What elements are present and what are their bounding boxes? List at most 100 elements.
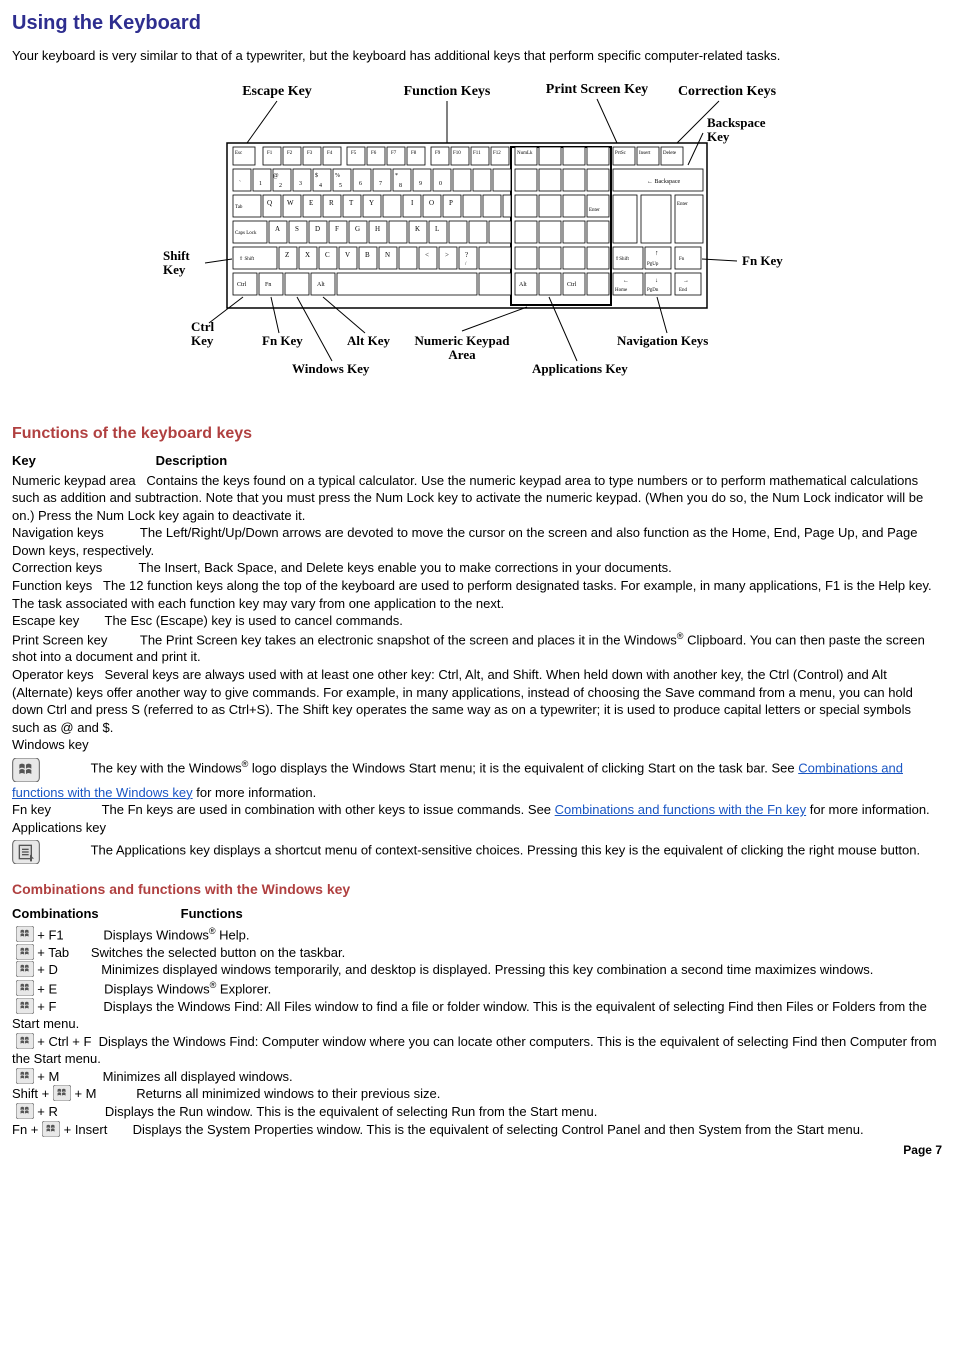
- combo-ins-c-b: + Insert: [60, 1122, 107, 1137]
- intro-text: Your keyboard is very similar to that of…: [12, 47, 942, 65]
- combo-m-f: Minimizes all displayed windows.: [103, 1069, 293, 1084]
- label-function: Function Keys: [404, 84, 491, 99]
- th-key: Key: [12, 452, 152, 470]
- combo-m-c: + M: [34, 1069, 60, 1084]
- svg-text:X: X: [305, 251, 310, 259]
- label-escape: Escape Key: [242, 84, 312, 99]
- svg-text:R: R: [329, 199, 334, 207]
- th-desc: Description: [156, 453, 228, 468]
- label-applications: Applications Key: [532, 361, 628, 376]
- label-correction: Correction Keys: [678, 84, 777, 99]
- svg-text:F2: F2: [287, 151, 293, 156]
- svg-text:Alt: Alt: [519, 282, 527, 288]
- combo-r-f: Displays the Run window. This is the equ…: [105, 1104, 598, 1119]
- link-fn-combos[interactable]: Combinations and functions with the Fn k…: [555, 802, 806, 817]
- functions-table: Numeric keypad area Contains the keys fo…: [12, 472, 942, 867]
- svg-text:<: <: [425, 251, 429, 259]
- row-corr-key: Correction keys: [12, 560, 102, 575]
- svg-text:←: ←: [623, 278, 629, 284]
- svg-text:⇧Shift: ⇧Shift: [615, 256, 630, 262]
- row-func-desc: The 12 function keys along the top of th…: [12, 578, 932, 611]
- section-functions-heading: Functions of the keyboard keys: [12, 423, 942, 445]
- reg-mark: ®: [677, 631, 684, 641]
- windows-key-icon: [16, 1103, 34, 1119]
- row-app-key: Applications key: [12, 820, 106, 835]
- svg-text:Home: Home: [615, 288, 628, 293]
- svg-text:9: 9: [419, 181, 422, 187]
- svg-text:F9: F9: [435, 151, 441, 156]
- row-esc-key: Escape key: [12, 613, 79, 628]
- svg-text:N: N: [385, 251, 390, 259]
- svg-text:PgDn: PgDn: [647, 288, 659, 293]
- svg-text:8: 8: [399, 183, 402, 189]
- windows-key-icon: [42, 1121, 60, 1137]
- svg-text:Q: Q: [267, 199, 272, 207]
- combo-d-f: Minimizes displayed windows temporarily,…: [101, 962, 873, 977]
- svg-text:Ctrl: Ctrl: [567, 282, 577, 288]
- svg-text:W: W: [287, 199, 294, 207]
- label-fn: Fn Key: [262, 333, 303, 348]
- table-header: Key Description: [12, 452, 942, 470]
- row-ps-desc-a: The Print Screen key takes an electronic…: [140, 632, 677, 647]
- svg-text:Esc: Esc: [235, 151, 243, 156]
- svg-text:Insert: Insert: [639, 151, 651, 156]
- label-windows: Windows Key: [292, 361, 370, 376]
- row-nav-desc: The Left/Right/Up/Down arrows are devote…: [12, 525, 917, 558]
- svg-text:3: 3: [299, 181, 302, 187]
- label-shift: ShiftKey: [163, 248, 190, 277]
- svg-text:A: A: [275, 225, 280, 233]
- combo-table: + F1 Displays Windows® Help. + Tab Switc…: [12, 925, 942, 1138]
- svg-text:$: $: [315, 172, 318, 179]
- svg-text:5: 5: [339, 183, 342, 189]
- combo-cf-c: + Ctrl + F: [34, 1034, 92, 1049]
- combo-cf-f: Displays the Windows Find: Computer wind…: [12, 1034, 937, 1067]
- page-title: Using the Keyboard: [12, 10, 942, 37]
- combo-r-c: + R: [34, 1104, 58, 1119]
- combo-ins-f: Displays the System Properties window. T…: [133, 1122, 864, 1137]
- svg-text:Delete: Delete: [663, 151, 677, 156]
- svg-text:F: F: [335, 225, 339, 233]
- svg-text:S: S: [295, 225, 299, 233]
- row-numeric-desc: Contains the keys found on a typical cal…: [12, 473, 923, 523]
- svg-text:7: 7: [379, 181, 382, 187]
- windows-key-icon: [16, 1068, 34, 1084]
- row-fn-desc-b: for more information.: [806, 802, 930, 817]
- combo-table-header: Combinations Functions: [12, 905, 942, 923]
- combo-f1-f-b: Help.: [216, 927, 250, 942]
- windows-key-icon: [16, 926, 34, 942]
- svg-text:1: 1: [259, 181, 262, 187]
- svg-text:Caps Lock: Caps Lock: [235, 231, 257, 236]
- row-win-desc-b: logo displays the Windows Start menu; it…: [248, 760, 798, 775]
- svg-text:P: P: [449, 199, 453, 207]
- windows-key-icon: [16, 998, 34, 1014]
- label-fnkey-right: Fn Key: [742, 253, 783, 268]
- svg-text:2: 2: [279, 183, 282, 189]
- svg-text:Tab: Tab: [235, 205, 243, 210]
- svg-text:E: E: [309, 199, 313, 207]
- combo-d-c: + D: [34, 962, 58, 977]
- svg-text:← Backspace: ← Backspace: [647, 179, 680, 185]
- svg-text:6: 6: [359, 181, 362, 187]
- label-navigation: Navigation Keys: [617, 333, 708, 348]
- combo-f1-c: + F1: [34, 927, 64, 942]
- svg-text:K: K: [415, 225, 420, 233]
- combo-sm-c-a: Shift +: [12, 1086, 53, 1101]
- svg-text:F5: F5: [351, 151, 357, 156]
- svg-text:F11: F11: [473, 151, 481, 156]
- svg-text:→: →: [683, 278, 689, 284]
- svg-text:T: T: [349, 199, 354, 207]
- svg-text:F6: F6: [371, 151, 377, 156]
- th-combinations: Combinations: [12, 905, 177, 923]
- svg-text:`: `: [239, 181, 241, 187]
- combo-ins-c-a: Fn +: [12, 1122, 42, 1137]
- row-nav-key: Navigation keys: [12, 525, 104, 540]
- svg-text:F12: F12: [493, 151, 501, 156]
- svg-text:PgUp: PgUp: [647, 262, 659, 267]
- svg-text:Enter: Enter: [589, 208, 600, 213]
- svg-text:C: C: [325, 251, 330, 259]
- svg-text:L: L: [435, 225, 439, 233]
- combo-f-f: Displays the Windows Find: All Files win…: [12, 999, 927, 1032]
- combo-f1-f-a: Displays Windows: [103, 927, 208, 942]
- row-fn-key: Fn key: [12, 802, 51, 817]
- svg-text:↑: ↑: [655, 249, 659, 257]
